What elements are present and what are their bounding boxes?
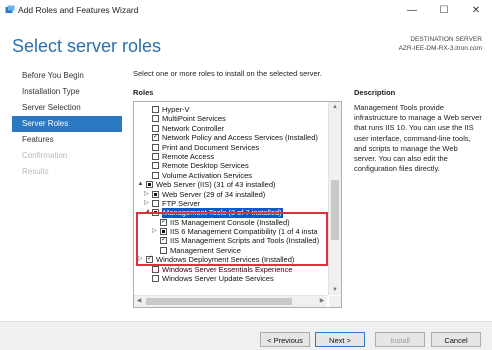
footer-bar: < Previous Next > Install Cancel (0, 321, 492, 350)
roles-tree[interactable]: Hyper-V MultiPoint Services Network Contro… (133, 101, 342, 308)
role-label: Network Policy and Access Services (Inst… (162, 133, 318, 143)
expander-icon[interactable]: ◢ (143, 208, 150, 217)
role-label: Network Controller (162, 123, 225, 133)
expander-icon[interactable]: ▷ (143, 190, 150, 199)
horizontal-scrollbar[interactable]: ◀ ▶ (134, 295, 327, 307)
close-button[interactable]: ✕ (466, 3, 486, 19)
role-checkbox[interactable] (146, 254, 153, 264)
description-heading: Description (354, 88, 396, 97)
server-manager-icon (5, 5, 15, 13)
role-row[interactable]: Volume Activation Services (134, 171, 327, 180)
minimize-button[interactable]: — (402, 3, 422, 19)
role-checkbox[interactable] (160, 235, 167, 245)
role-checkbox[interactable] (146, 181, 153, 189)
scroll-up-icon[interactable]: ▲ (329, 102, 341, 112)
role-checkbox[interactable] (152, 162, 159, 170)
role-label: Windows Server Update Services (162, 274, 274, 284)
scroll-corner (329, 296, 341, 307)
scroll-left-icon[interactable]: ◀ (134, 296, 144, 307)
role-checkbox[interactable] (160, 228, 167, 236)
description-text: Management Tools provide infrastructure … (354, 103, 482, 174)
role-row[interactable]: Hyper-V (134, 105, 327, 114)
role-row[interactable]: ▷ Windows Deployment Services (Installed) (134, 254, 327, 265)
wizard-nav: Before You Begin Installation Type Server … (12, 68, 122, 180)
scroll-down-icon[interactable]: ▼ (329, 285, 341, 295)
role-checkbox[interactable] (160, 246, 167, 254)
role-label: IIS 6 Management Compatibility (1 of 4 i… (170, 227, 318, 237)
role-row[interactable]: ▲ Web Server (IIS) (31 of 43 installed) (134, 180, 327, 189)
nav-item-installation-type[interactable]: Installation Type (12, 84, 122, 100)
cancel-button[interactable]: Cancel (431, 332, 481, 347)
role-row[interactable]: Remote Desktop Services (134, 161, 327, 170)
role-row[interactable]: Network Policy and Access Services (Inst… (134, 132, 327, 143)
role-row[interactable]: Windows Server Essentials Experience (134, 265, 327, 274)
role-checkbox[interactable] (152, 209, 159, 217)
role-label: Volume Activation Services (162, 170, 253, 180)
role-row[interactable]: ▷ Web Server (29 of 34 installed) (134, 190, 327, 199)
nav-item-server-selection[interactable]: Server Selection (12, 100, 122, 116)
role-checkbox[interactable] (152, 152, 159, 160)
role-checkbox[interactable] (152, 143, 159, 151)
nav-item-server-roles[interactable]: Server Roles (12, 116, 122, 132)
role-row[interactable]: ▷ FTP Server (134, 199, 327, 208)
expander-icon[interactable]: ▷ (151, 227, 158, 236)
role-checkbox[interactable] (152, 190, 159, 198)
role-label: Remote Desktop Services (162, 161, 249, 171)
role-label: Windows Deployment Services (Installed) (156, 255, 295, 265)
install-button[interactable]: Install (375, 332, 425, 347)
roles-heading: Roles (133, 88, 154, 97)
roles-list: Hyper-V MultiPoint Services Network Contro… (134, 105, 327, 283)
window-title: Add Roles and Features Wizard (18, 5, 139, 15)
nav-item-confirmation: Confirmation (22, 151, 68, 160)
nav-item-features[interactable]: Features (12, 132, 122, 148)
role-label: Hyper-V (162, 105, 190, 114)
role-row[interactable]: Print and Document Services (134, 143, 327, 152)
role-label: Windows Server Essentials Experience (162, 264, 293, 274)
role-label: Management Service (170, 245, 241, 255)
role-row[interactable]: Windows Server Update Services (134, 274, 327, 283)
scroll-right-icon[interactable]: ▶ (317, 296, 327, 307)
role-checkbox[interactable] (152, 275, 159, 283)
destination-server-value: AZR-IEE-DM-RX-3.itron.com (398, 45, 482, 52)
role-checkbox[interactable] (152, 124, 159, 132)
role-label: Print and Document Services (162, 142, 260, 152)
role-checkbox[interactable] (152, 199, 159, 207)
role-checkbox[interactable] (152, 171, 159, 179)
role-label: MultiPoint Services (162, 114, 226, 124)
role-row[interactable]: Remote Access (134, 152, 327, 161)
role-label: Remote Access (162, 151, 215, 161)
role-label: FTP Server (162, 198, 201, 208)
role-checkbox[interactable] (152, 106, 159, 113)
role-row[interactable]: Network Controller (134, 124, 327, 133)
role-label: Web Server (29 of 34 installed) (162, 189, 266, 199)
maximize-button[interactable]: ☐ (434, 3, 454, 19)
role-label: Web Server (IIS) (31 of 43 installed) (156, 180, 276, 190)
role-checkbox[interactable] (152, 115, 159, 123)
vertical-scroll-thumb[interactable] (331, 180, 339, 240)
expander-icon[interactable]: ▷ (137, 255, 144, 264)
nav-item-results: Results (22, 167, 49, 176)
destination-server-label: DESTINATION SERVER (410, 36, 482, 43)
role-row[interactable]: IIS Management Scripts and Tools (Instal… (134, 235, 327, 246)
role-label: IIS Management Console (Installed) (170, 217, 290, 227)
role-checkbox[interactable] (160, 217, 167, 226)
role-label: Management Tools (3 of 7 installed) (162, 208, 283, 218)
next-button[interactable]: Next > (315, 332, 365, 347)
vertical-scrollbar[interactable]: ▲ ▼ (328, 102, 341, 295)
horizontal-scroll-thumb[interactable] (146, 298, 292, 305)
role-row[interactable]: Management Service (134, 246, 327, 255)
role-checkbox[interactable] (152, 132, 159, 142)
previous-button[interactable]: < Previous (260, 332, 310, 347)
role-row[interactable]: MultiPoint Services (134, 114, 327, 123)
expander-icon[interactable]: ▲ (137, 180, 144, 189)
instruction-text: Select one or more roles to install on t… (133, 69, 322, 78)
expander-icon[interactable]: ▷ (143, 199, 150, 208)
role-checkbox[interactable] (152, 265, 159, 273)
nav-item-before-you-begin[interactable]: Before You Begin (12, 68, 122, 84)
title-bar: Add Roles and Features Wizard — ☐ ✕ (0, 0, 492, 22)
role-row[interactable]: IIS Management Console (Installed) (134, 217, 327, 227)
role-label: IIS Management Scripts and Tools (Instal… (170, 236, 320, 246)
page-title: Select server roles (12, 36, 162, 56)
